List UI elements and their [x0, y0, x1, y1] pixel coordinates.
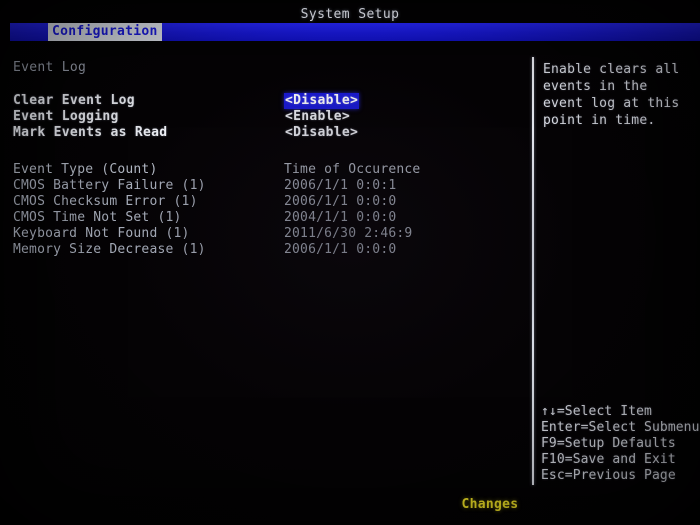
table-row: Memory Size Decrease (1) 2006/1/1 0:0:0: [13, 242, 513, 258]
cell-event-time: 2011/6/30 2:46:9: [284, 226, 413, 241]
option-row-mark-events-as-read[interactable]: Mark Events as Read <Disable>: [13, 125, 513, 141]
option-label: Clear Event Log: [13, 93, 135, 108]
table-row: CMOS Battery Failure (1) 2006/1/1 0:0:1: [13, 178, 513, 194]
option-value-selector[interactable]: <Disable>: [284, 93, 360, 109]
help-pane: Enable clears all events in the event lo…: [540, 0, 700, 525]
key-legend-previous-page: Esc=Previous Page: [541, 468, 676, 483]
cell-event-type: CMOS Checksum Error (1): [13, 194, 198, 209]
section-heading-event-log: Event Log: [13, 60, 87, 75]
option-row-event-logging[interactable]: Event Logging <Enable>: [13, 109, 513, 125]
key-legend-setup-defaults: F9=Setup Defaults: [541, 436, 676, 451]
table-header-row: Event Type (Count) Time of Occurence: [13, 162, 513, 178]
settings-pane: Event Log Clear Event Log <Disable> Even…: [0, 0, 532, 525]
cell-event-type: CMOS Time Not Set (1): [13, 210, 182, 225]
column-header-time-of-occurence: Time of Occurence: [284, 162, 421, 177]
table-row: Keyboard Not Found (1) 2011/6/30 2:46:9: [13, 226, 513, 242]
option-value-selector[interactable]: <Disable>: [284, 125, 359, 141]
option-value-selector[interactable]: <Enable>: [284, 109, 351, 125]
cell-event-type: Keyboard Not Found (1): [13, 226, 190, 241]
column-header-event-type: Event Type (Count): [13, 162, 158, 177]
key-legend: ↑↓=Select Item Enter=Select Submenu F9=S…: [541, 404, 699, 484]
bios-setup-screen: System Setup Configuration Event Log Cle…: [0, 0, 700, 525]
option-row-clear-event-log[interactable]: Clear Event Log <Disable>: [13, 93, 513, 109]
cell-event-time: 2006/1/1 0:0:1: [284, 178, 397, 193]
option-label: Mark Events as Read: [13, 125, 168, 140]
key-legend-select-item: ↑↓=Select Item: [541, 404, 652, 419]
cell-event-time: 2006/1/1 0:0:0: [284, 242, 397, 257]
status-bar: Changes: [0, 497, 700, 512]
table-row: CMOS Checksum Error (1) 2006/1/1 0:0:0: [13, 194, 513, 210]
table-row: CMOS Time Not Set (1) 2004/1/1 0:0:0: [13, 210, 513, 226]
option-label: Event Logging: [13, 109, 119, 124]
key-legend-save-and-exit: F10=Save and Exit: [541, 452, 676, 467]
status-text: Changes: [461, 497, 519, 512]
help-text: Enable clears all events in the event lo…: [543, 62, 680, 128]
cell-event-type: Memory Size Decrease (1): [13, 242, 206, 257]
key-legend-select-submenu: Enter=Select Submenu: [541, 420, 700, 435]
option-list: Clear Event Log <Disable> Event Logging …: [13, 93, 513, 141]
pane-divider: [532, 57, 534, 485]
cell-event-type: CMOS Battery Failure (1): [13, 178, 206, 193]
cell-event-time: 2004/1/1 0:0:0: [284, 210, 397, 225]
event-log-table: Event Type (Count) Time of Occurence CMO…: [13, 162, 513, 258]
cell-event-time: 2006/1/1 0:0:0: [284, 194, 397, 209]
